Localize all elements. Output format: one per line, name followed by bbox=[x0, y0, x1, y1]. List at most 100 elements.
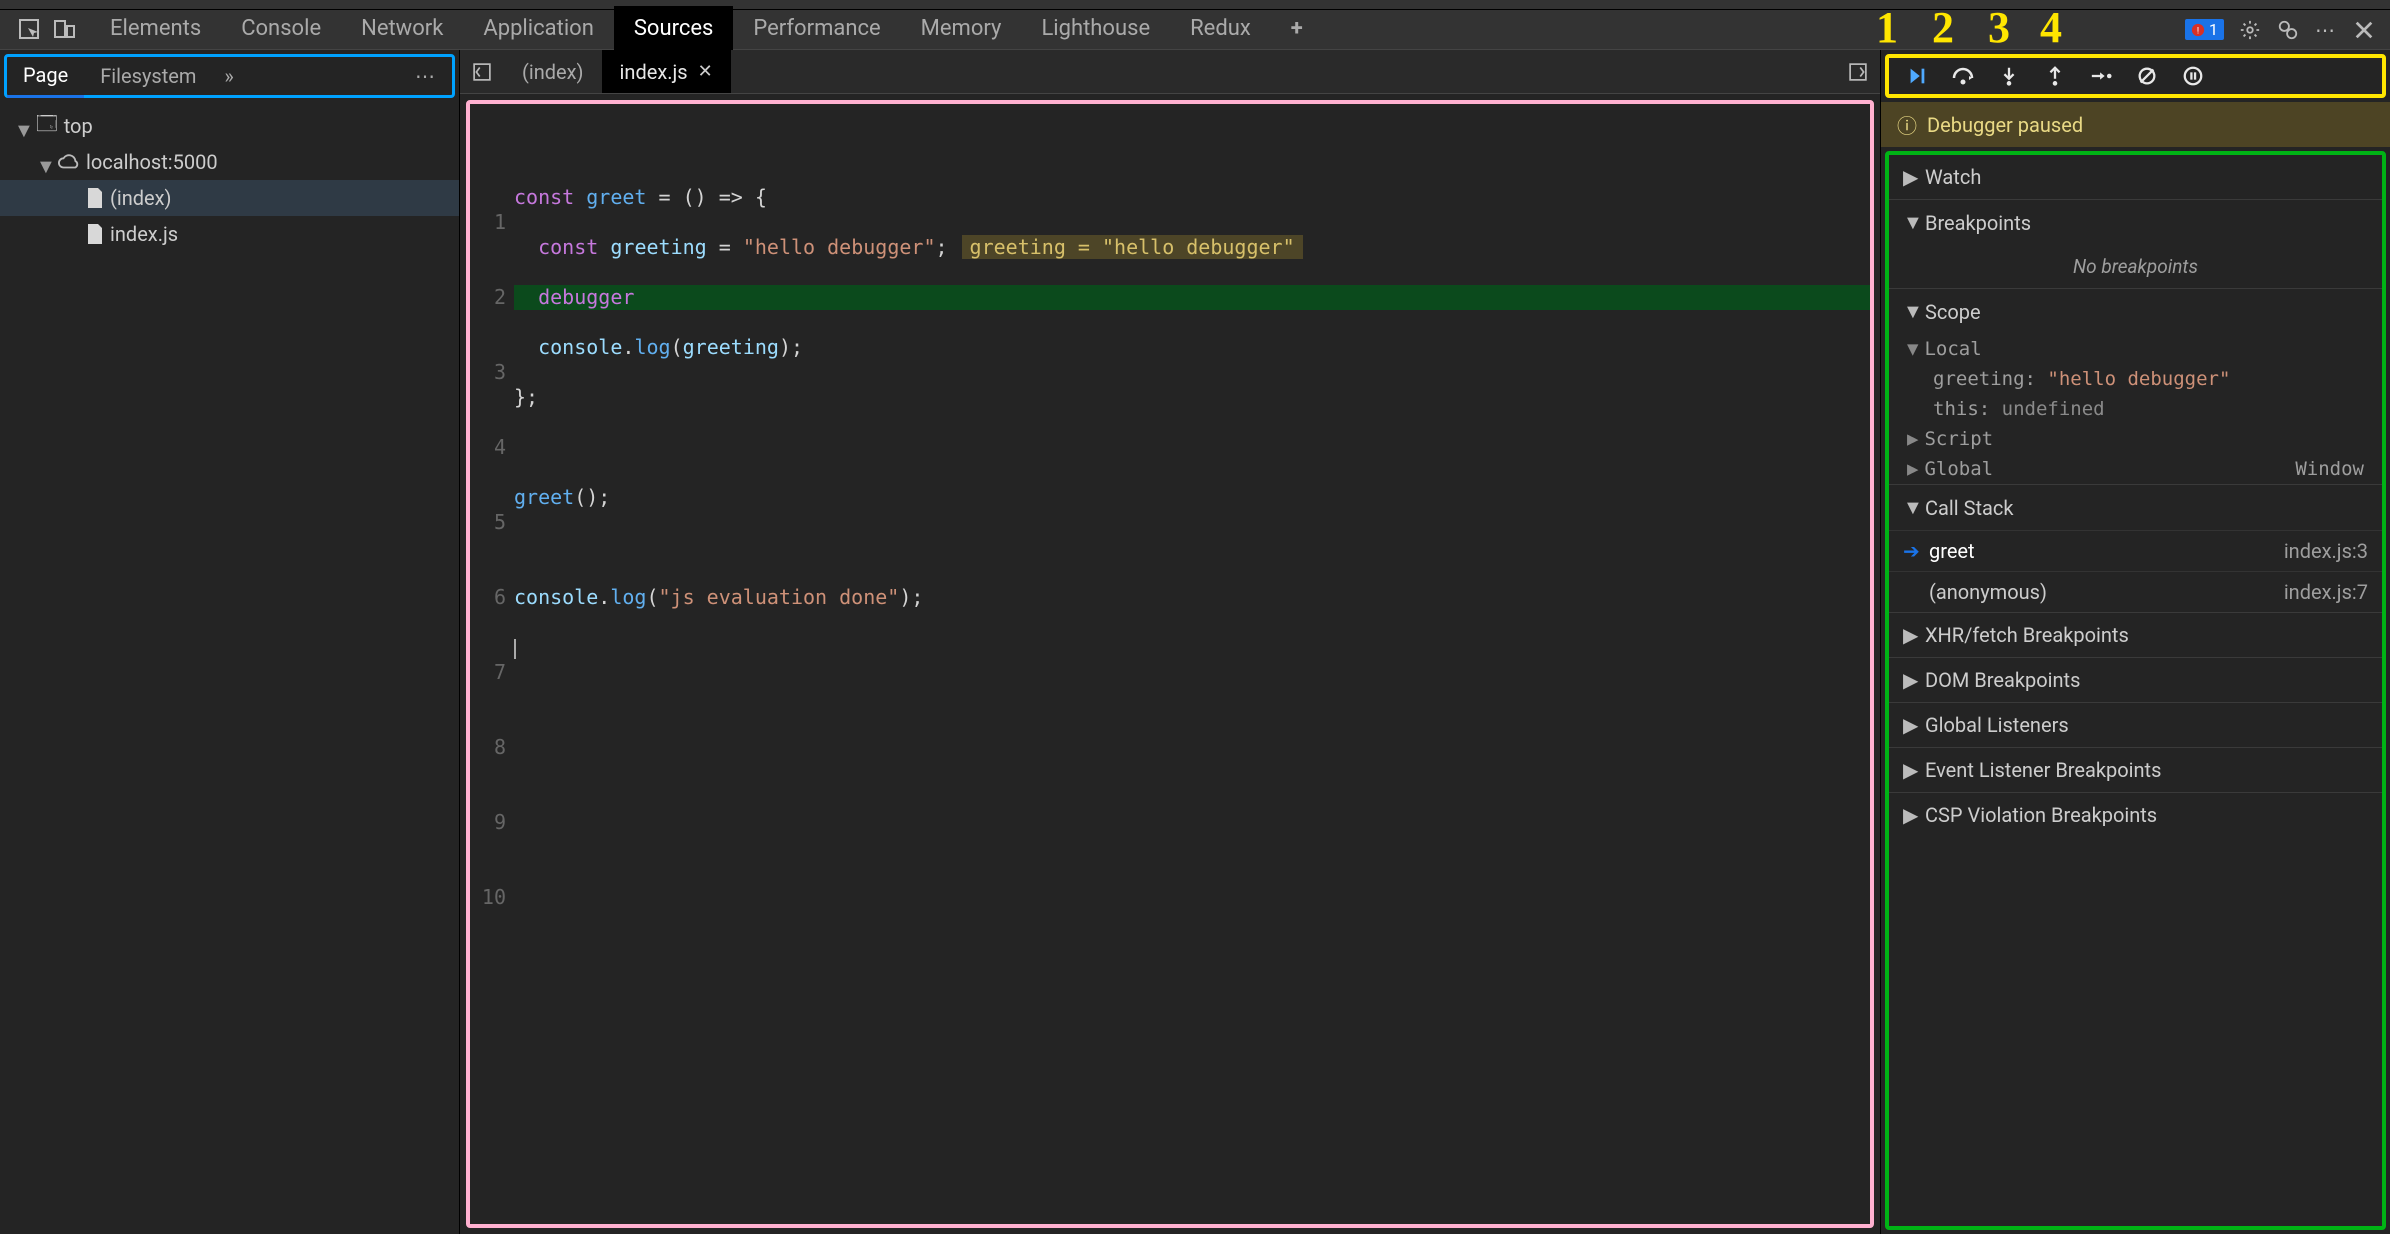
debugger-paused-bar: ⓘ Debugger paused bbox=[1881, 102, 2390, 147]
tab-performance[interactable]: Performance bbox=[733, 6, 900, 54]
section-dom-breakpoints[interactable]: ▶DOM Breakpoints bbox=[1889, 657, 2382, 702]
file-tree-top[interactable]: ▼ 🗔 top bbox=[0, 108, 459, 144]
deactivate-breakpoints-icon[interactable] bbox=[2135, 64, 2159, 88]
section-label: Breakpoints bbox=[1925, 211, 2031, 235]
line-number: 4 bbox=[470, 435, 506, 460]
expand-icon: ▼ bbox=[14, 118, 30, 134]
line-number: 10 bbox=[470, 885, 506, 910]
tab-console[interactable]: Console bbox=[221, 6, 341, 54]
section-xhr-breakpoints[interactable]: ▶XHR/fetch Breakpoints bbox=[1889, 612, 2382, 657]
section-label: XHR/fetch Breakpoints bbox=[1925, 623, 2129, 647]
file-tab-label: (index) bbox=[522, 60, 584, 84]
scope-var-this[interactable]: this: undefined bbox=[1889, 394, 2382, 424]
show-navigator-icon[interactable] bbox=[470, 60, 494, 84]
experiments-icon[interactable] bbox=[2276, 18, 2300, 42]
tree-file-label: index.js bbox=[110, 222, 178, 246]
tab-memory[interactable]: Memory bbox=[901, 6, 1022, 54]
close-devtools-icon[interactable] bbox=[2352, 18, 2376, 42]
file-tab-index[interactable]: (index) bbox=[504, 50, 602, 93]
section-call-stack[interactable]: ▼Call Stack bbox=[1889, 484, 2382, 530]
navigator-tabs: Page Filesystem » ⋯ bbox=[4, 54, 455, 98]
file-tree-file-indexjs[interactable]: index.js bbox=[0, 216, 459, 252]
line-number: 1 bbox=[470, 210, 506, 235]
section-label: Call Stack bbox=[1925, 496, 2014, 520]
call-stack-frame[interactable]: (anonymous) index.js:7 bbox=[1889, 571, 2382, 612]
section-global-listeners[interactable]: ▶Global Listeners bbox=[1889, 702, 2382, 747]
frame-location: index.js:7 bbox=[2284, 580, 2368, 604]
line-number: 8 bbox=[470, 735, 506, 760]
step-out-icon[interactable] bbox=[2043, 64, 2067, 88]
file-tree-host[interactable]: ▼ localhost:5000 bbox=[0, 144, 459, 180]
section-label: DOM Breakpoints bbox=[1925, 668, 2080, 692]
section-label: Global Listeners bbox=[1925, 713, 2069, 737]
scope-global[interactable]: ▶GlobalWindow bbox=[1889, 454, 2382, 484]
navigator-more-options-icon[interactable]: ⋯ bbox=[401, 64, 452, 88]
code-editor[interactable]: 1 2 3 4 5 6 7 8 9 10 const greet = () =>… bbox=[466, 100, 1874, 1228]
scope-script[interactable]: ▶Script bbox=[1889, 424, 2382, 454]
settings-icon[interactable] bbox=[2238, 18, 2262, 42]
step-over-icon[interactable] bbox=[1951, 64, 1975, 88]
section-label: Scope bbox=[1925, 300, 1981, 324]
navigator-tabs-overflow-icon[interactable]: » bbox=[212, 64, 245, 88]
tab-application[interactable]: Application bbox=[463, 6, 613, 54]
step-into-icon[interactable] bbox=[1997, 64, 2021, 88]
resume-button-icon[interactable] bbox=[1905, 64, 1929, 88]
line-number: 2 bbox=[470, 285, 506, 310]
tab-elements[interactable]: Elements bbox=[90, 6, 221, 54]
section-breakpoints[interactable]: ▼Breakpoints bbox=[1889, 199, 2382, 245]
file-tree-file-index[interactable]: (index) bbox=[0, 180, 459, 216]
navigator-tab-filesystem[interactable]: Filesystem bbox=[84, 56, 212, 96]
no-breakpoints-label: No breakpoints bbox=[1889, 245, 2382, 288]
line-number: 3 bbox=[470, 360, 506, 385]
call-stack-frame[interactable]: ➔ greet index.js:3 bbox=[1889, 530, 2382, 571]
file-icon bbox=[86, 188, 104, 208]
frame-location: index.js:3 bbox=[2284, 539, 2368, 563]
current-frame-icon: ➔ bbox=[1903, 539, 1923, 563]
line-number: 6 bbox=[470, 585, 506, 610]
inline-value-hint: greeting = "hello debugger" bbox=[962, 235, 1303, 259]
debugger-panel: ⓘ Debugger paused ▶Watch ▼Breakpoints No… bbox=[1880, 50, 2390, 1234]
devtools-tabstrip: Elements Console Network Application Sou… bbox=[0, 10, 2390, 50]
tree-file-label: (index) bbox=[110, 186, 172, 210]
add-tab-button[interactable]: + bbox=[1271, 6, 1323, 54]
pause-on-exceptions-icon[interactable] bbox=[2181, 64, 2205, 88]
tab-network[interactable]: Network bbox=[341, 6, 463, 54]
section-watch[interactable]: ▶Watch bbox=[1889, 155, 2382, 199]
section-label: CSP Violation Breakpoints bbox=[1925, 803, 2157, 827]
tab-sources[interactable]: Sources bbox=[614, 6, 734, 54]
expand-icon: ▼ bbox=[36, 154, 52, 170]
section-label: Watch bbox=[1925, 165, 1981, 189]
navigator-tab-page[interactable]: Page bbox=[7, 55, 84, 98]
svg-text:!: ! bbox=[2197, 25, 2199, 36]
info-icon: ⓘ bbox=[1897, 110, 1917, 139]
code-area[interactable]: const greet = () => { const greeting = "… bbox=[514, 154, 1870, 966]
sources-navigator: Page Filesystem » ⋯ ▼ 🗔 top ▼ localhost:… bbox=[0, 50, 460, 1234]
open-file-tabs: (index) index.js ✕ bbox=[460, 50, 1880, 94]
file-tab-indexjs[interactable]: index.js ✕ bbox=[602, 50, 731, 93]
show-debugger-icon[interactable] bbox=[1846, 60, 1870, 84]
debugger-toolbar bbox=[1885, 54, 2386, 98]
error-count-badge[interactable]: ! 1 bbox=[2185, 19, 2224, 40]
tree-top-label: top bbox=[64, 114, 93, 138]
tab-lighthouse[interactable]: Lighthouse bbox=[1021, 6, 1170, 54]
tab-redux[interactable]: Redux bbox=[1170, 6, 1271, 54]
section-event-listener-breakpoints[interactable]: ▶Event Listener Breakpoints bbox=[1889, 747, 2382, 792]
step-icon[interactable] bbox=[2089, 64, 2113, 88]
frame-name: greet bbox=[1923, 539, 2284, 563]
more-menu-icon[interactable]: ⋯ bbox=[2314, 18, 2338, 42]
section-scope[interactable]: ▼Scope bbox=[1889, 288, 2382, 334]
frame-icon: 🗔 bbox=[36, 109, 58, 143]
file-icon bbox=[86, 224, 104, 244]
close-tab-icon[interactable]: ✕ bbox=[698, 61, 713, 82]
section-label: Event Listener Breakpoints bbox=[1925, 758, 2161, 782]
paused-label: Debugger paused bbox=[1927, 113, 2083, 137]
device-toggle-icon[interactable] bbox=[52, 18, 76, 42]
cloud-icon bbox=[58, 154, 80, 170]
line-number: 5 bbox=[470, 510, 506, 535]
inspect-element-icon[interactable] bbox=[18, 18, 42, 42]
scope-var-greeting[interactable]: greeting: "hello debugger" bbox=[1889, 364, 2382, 394]
tree-host-label: localhost:5000 bbox=[86, 150, 218, 174]
file-tab-label: index.js bbox=[620, 60, 688, 84]
section-csp-breakpoints[interactable]: ▶CSP Violation Breakpoints bbox=[1889, 792, 2382, 837]
scope-local[interactable]: ▼Local bbox=[1889, 334, 2382, 364]
